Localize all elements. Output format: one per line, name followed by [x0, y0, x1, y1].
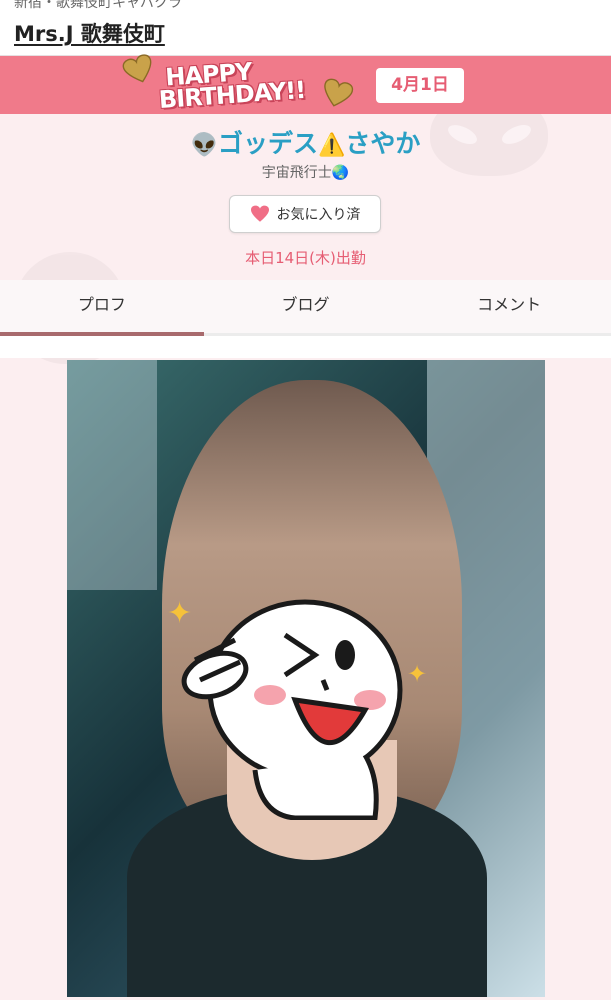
tab-comment[interactable]: コメント	[407, 280, 611, 333]
breadcrumb[interactable]: 新宿・歌舞伎町キャバクラ	[14, 0, 182, 12]
cast-name: 👽ゴッデス⚠️さやか	[0, 124, 611, 160]
cartoon-face-sticker	[181, 599, 403, 820]
shift-schedule-text: 本日14日(木)出勤	[245, 249, 366, 267]
favorite-button[interactable]: お気に入り済	[229, 195, 381, 233]
cast-catchphrase: 宇宙飛行士🌏	[261, 165, 350, 181]
cast-name-part2: さやか	[345, 129, 421, 158]
warning-icon: ⚠️	[318, 133, 346, 158]
profile-tab-bar: プロフ ブログ コメント	[0, 280, 611, 336]
favorite-button-label: お気に入り済	[276, 207, 361, 223]
sparkle-icon: ✦	[167, 596, 193, 631]
heart-icon	[250, 205, 269, 222]
gold-heart-icon	[120, 52, 157, 88]
tab-profile[interactable]: プロフ	[0, 280, 204, 336]
tab-blog[interactable]: ブログ	[204, 280, 408, 333]
cast-name-part1: ゴッデス	[217, 129, 318, 158]
happy-birthday-text: HAPPY BIRTHDAY!!	[157, 55, 335, 114]
sparkle-icon: ✦	[407, 660, 428, 688]
site-header: 新宿・歌舞伎町キャバクラ Mrs.J 歌舞伎町	[0, 0, 611, 56]
site-title-link[interactable]: Mrs.J 歌舞伎町	[14, 18, 165, 48]
cast-profile-photo: ✦ ✦	[67, 360, 545, 997]
alien-icon: 👽	[190, 133, 218, 158]
birthday-banner: HAPPY BIRTHDAY!! 4月1日	[0, 54, 611, 114]
tab-spacer	[0, 336, 611, 358]
birthday-date-badge: 4月1日	[376, 68, 464, 103]
